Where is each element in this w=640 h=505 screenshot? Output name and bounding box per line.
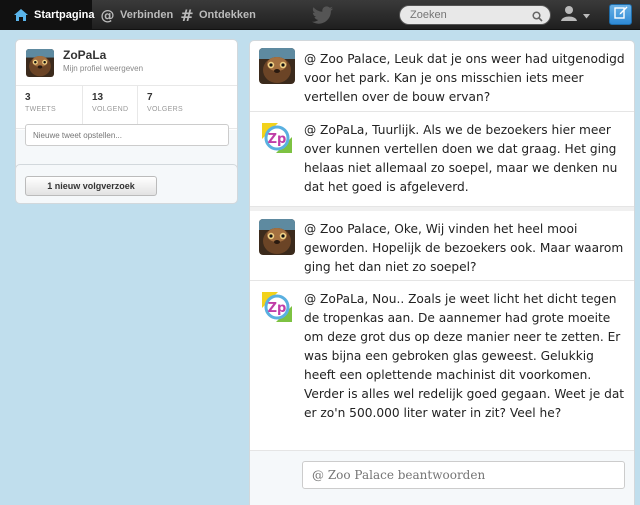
user-menu-button[interactable] — [560, 3, 596, 27]
profile-name[interactable]: ZoPaLa — [63, 48, 106, 62]
tweet-item[interactable]: @ Zoo Palace, Leuk dat je ons weer had u… — [250, 41, 634, 112]
stat-followers-value: 7 — [147, 92, 153, 103]
top-navigation-bar: Startpagina @ Verbinden # Ontdekken — [0, 0, 640, 30]
twitter-bird-logo-icon — [312, 6, 334, 29]
stat-following-label: VOLGEND — [92, 106, 129, 113]
search-input[interactable] — [399, 5, 551, 25]
tweet-item[interactable]: @ Zoo Palace, Oke, Wij vinden het heel m… — [250, 207, 634, 281]
user-silhouette-icon — [560, 4, 578, 27]
compose-tweet-button[interactable] — [609, 4, 632, 25]
stat-tweets-value: 3 — [25, 92, 31, 103]
tweet-text: @ ZoPaLa, Tuurlijk. Als we de bezoekers … — [304, 123, 618, 194]
stat-following-value: 13 — [92, 92, 104, 103]
follow-request-button[interactable]: 1 nieuw volgverzoek — [25, 176, 157, 196]
nav-home[interactable]: Startpagina — [0, 0, 95, 30]
nav-discover-label: Ontdekken — [199, 9, 256, 21]
tweet-text: @ Zoo Palace, Leuk dat je ons weer had u… — [304, 52, 625, 104]
nav-home-label: Startpagina — [34, 9, 95, 21]
reply-input[interactable] — [302, 461, 625, 489]
tweet-text: @ ZoPaLa, Nou.. Zoals je weet licht het … — [304, 292, 625, 420]
new-tweet-input[interactable] — [25, 124, 229, 146]
tweet-text: @ Zoo Palace, Oke, Wij vinden het heel m… — [304, 222, 624, 274]
compose-pencil-icon — [613, 5, 628, 24]
profile-stats: 3 TWEETS 13 VOLGEND 7 VOLGERS — [16, 85, 237, 130]
tweet-author-avatar[interactable] — [259, 219, 295, 255]
nav-connect[interactable]: @ Verbinden — [100, 0, 174, 30]
conversation-panel: @ Zoo Palace, Leuk dat je ons weer had u… — [249, 40, 635, 505]
nav-connect-label: Verbinden — [120, 9, 174, 21]
at-sign-icon: @ — [100, 8, 115, 23]
search-icon[interactable] — [532, 9, 543, 27]
profile-avatar[interactable] — [26, 49, 54, 77]
home-icon — [13, 8, 29, 22]
tweet-author-avatar[interactable] — [259, 48, 295, 84]
tweet-author-avatar[interactable] — [259, 120, 295, 156]
tweet-item[interactable]: @ ZoPaLa, Tuurlijk. Als we de bezoekers … — [250, 112, 634, 207]
stat-tweets-label: TWEETS — [25, 106, 56, 113]
svg-text:@: @ — [100, 8, 114, 23]
chevron-down-icon — [583, 6, 590, 24]
reply-area — [250, 451, 634, 505]
hashtag-icon: # — [180, 8, 194, 23]
svg-text:#: # — [180, 8, 193, 23]
follow-request-card: 1 nieuw volgverzoek — [15, 164, 238, 204]
tweet-author-avatar[interactable] — [259, 289, 295, 325]
nav-discover[interactable]: # Ontdekken — [180, 0, 260, 30]
stat-followers-label: VOLGERS — [147, 106, 183, 113]
tweet-item[interactable]: @ ZoPaLa, Nou.. Zoals je weet licht het … — [250, 281, 634, 451]
view-profile-link[interactable]: Mijn profiel weergeven — [63, 64, 143, 73]
